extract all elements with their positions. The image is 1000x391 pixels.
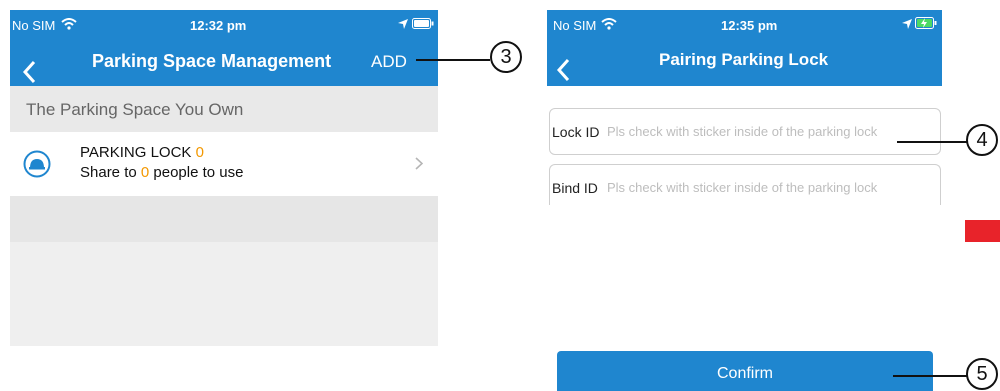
lock-title: PARKING LOCK (80, 144, 192, 161)
wifi-icon (61, 18, 77, 30)
lock-title-line: PARKING LOCK 0 (80, 144, 204, 161)
left-time: 12:32 pm (190, 18, 247, 33)
chevron-right-icon (415, 157, 423, 170)
left-empty-band (10, 196, 438, 242)
bind-id-cover (548, 205, 942, 215)
red-marker (965, 220, 1000, 242)
right-time: 12:35 pm (721, 18, 778, 33)
annotation-3-line (416, 59, 490, 61)
annotation-3: 3 (490, 41, 522, 73)
location-arrow-icon (902, 19, 912, 29)
section-header-text: The Parking Space You Own (26, 100, 244, 119)
back-chevron-icon[interactable] (22, 60, 36, 84)
lock-id-placeholder: Pls check with sticker inside of the par… (607, 124, 878, 139)
battery-charging-icon (915, 17, 937, 29)
confirm-label: Confirm (716, 365, 773, 382)
right-nav-bar: No SIM 12:35 pm Pairing Parking Lock (547, 10, 942, 86)
confirm-button[interactable]: Confirm (557, 351, 933, 391)
annotation-4: 4 (966, 124, 998, 156)
add-button[interactable]: ADD (371, 52, 407, 72)
parking-lock-row[interactable]: PARKING LOCK 0 Share to 0 people to use (10, 132, 438, 196)
share-prefix: Share to (80, 164, 137, 181)
right-carrier: No SIM (553, 18, 597, 33)
share-count: 0 (140, 164, 150, 181)
annotation-5-line (893, 375, 967, 377)
left-nav-title: Parking Space Management (92, 51, 332, 71)
back-chevron-icon[interactable] (556, 58, 570, 82)
annotation-5: 5 (966, 358, 998, 390)
left-carrier: No SIM (12, 18, 56, 33)
lock-id-field[interactable]: Lock ID Pls check with sticker inside of… (549, 108, 941, 155)
section-header: The Parking Space You Own (10, 86, 438, 132)
right-nav-title: Pairing Parking Lock (659, 50, 829, 69)
wifi-icon (601, 18, 617, 30)
location-arrow-icon (398, 19, 408, 29)
lock-count: 0 (195, 144, 204, 161)
bind-id-label: Bind ID (552, 180, 598, 196)
annotation-4-line (897, 141, 967, 143)
left-nav-bar: No SIM 12:32 pm Parking Space Management… (10, 10, 438, 96)
bind-id-field[interactable]: Bind ID Pls check with sticker inside of… (549, 164, 941, 211)
share-suffix: people to use (153, 164, 244, 181)
lock-id-label: Lock ID (552, 124, 600, 140)
lock-icon (23, 150, 51, 178)
share-line: Share to 0 people to use (80, 164, 243, 181)
bind-id-placeholder: Pls check with sticker inside of the par… (607, 180, 878, 195)
battery-icon (412, 18, 434, 29)
